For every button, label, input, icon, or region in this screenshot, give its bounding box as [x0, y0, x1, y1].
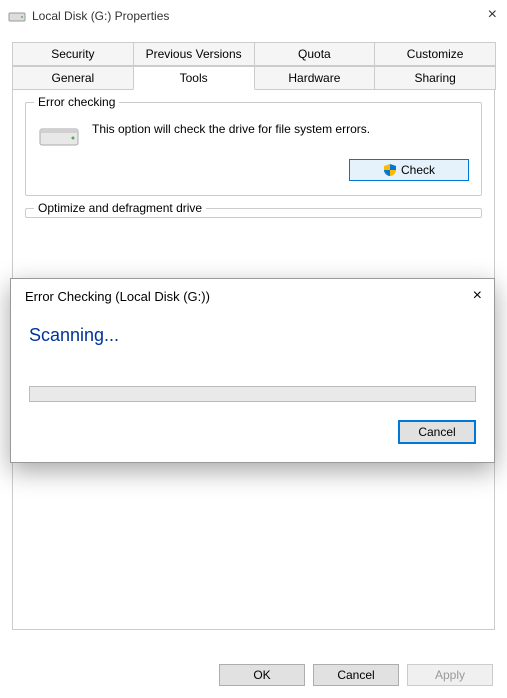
- tab-tools[interactable]: Tools: [133, 66, 255, 90]
- tab-security[interactable]: Security: [12, 42, 134, 66]
- close-icon[interactable]: ×: [488, 6, 497, 24]
- apply-button: Apply: [407, 664, 493, 686]
- drive-icon: [8, 9, 26, 23]
- tab-general[interactable]: General: [12, 66, 134, 90]
- error-checking-description: This option will check the drive for fil…: [92, 121, 469, 138]
- check-button-label: Check: [401, 163, 435, 177]
- tab-quota[interactable]: Quota: [254, 42, 376, 66]
- check-button[interactable]: Check: [349, 159, 469, 181]
- cancel-button[interactable]: Cancel: [313, 664, 399, 686]
- tab-previous-versions[interactable]: Previous Versions: [133, 42, 255, 66]
- dialog-cancel-button[interactable]: Cancel: [398, 420, 476, 444]
- defrag-group: Optimize and defragment drive: [25, 208, 482, 218]
- dialog-close-icon[interactable]: ×: [473, 287, 482, 305]
- tab-sharing[interactable]: Sharing: [374, 66, 496, 90]
- error-checking-dialog: Error Checking (Local Disk (G:)) × Scann…: [10, 278, 495, 463]
- tab-customize[interactable]: Customize: [374, 42, 496, 66]
- error-checking-group: Error checking This option will check th…: [25, 102, 482, 196]
- dialog-title: Error Checking (Local Disk (G:)): [25, 289, 210, 304]
- tab-strip: Security Previous Versions Quota Customi…: [12, 42, 495, 90]
- scanning-status: Scanning...: [29, 325, 476, 346]
- tab-hardware[interactable]: Hardware: [254, 66, 376, 90]
- drive-large-icon: [38, 121, 80, 149]
- error-checking-title: Error checking: [34, 95, 119, 109]
- shield-icon: [383, 163, 397, 177]
- defrag-title: Optimize and defragment drive: [34, 201, 206, 215]
- dialog-buttons: OK Cancel Apply: [219, 664, 493, 686]
- ok-button[interactable]: OK: [219, 664, 305, 686]
- progress-bar: [29, 386, 476, 402]
- window-title: Local Disk (G:) Properties: [32, 9, 169, 23]
- titlebar: Local Disk (G:) Properties ×: [0, 0, 507, 32]
